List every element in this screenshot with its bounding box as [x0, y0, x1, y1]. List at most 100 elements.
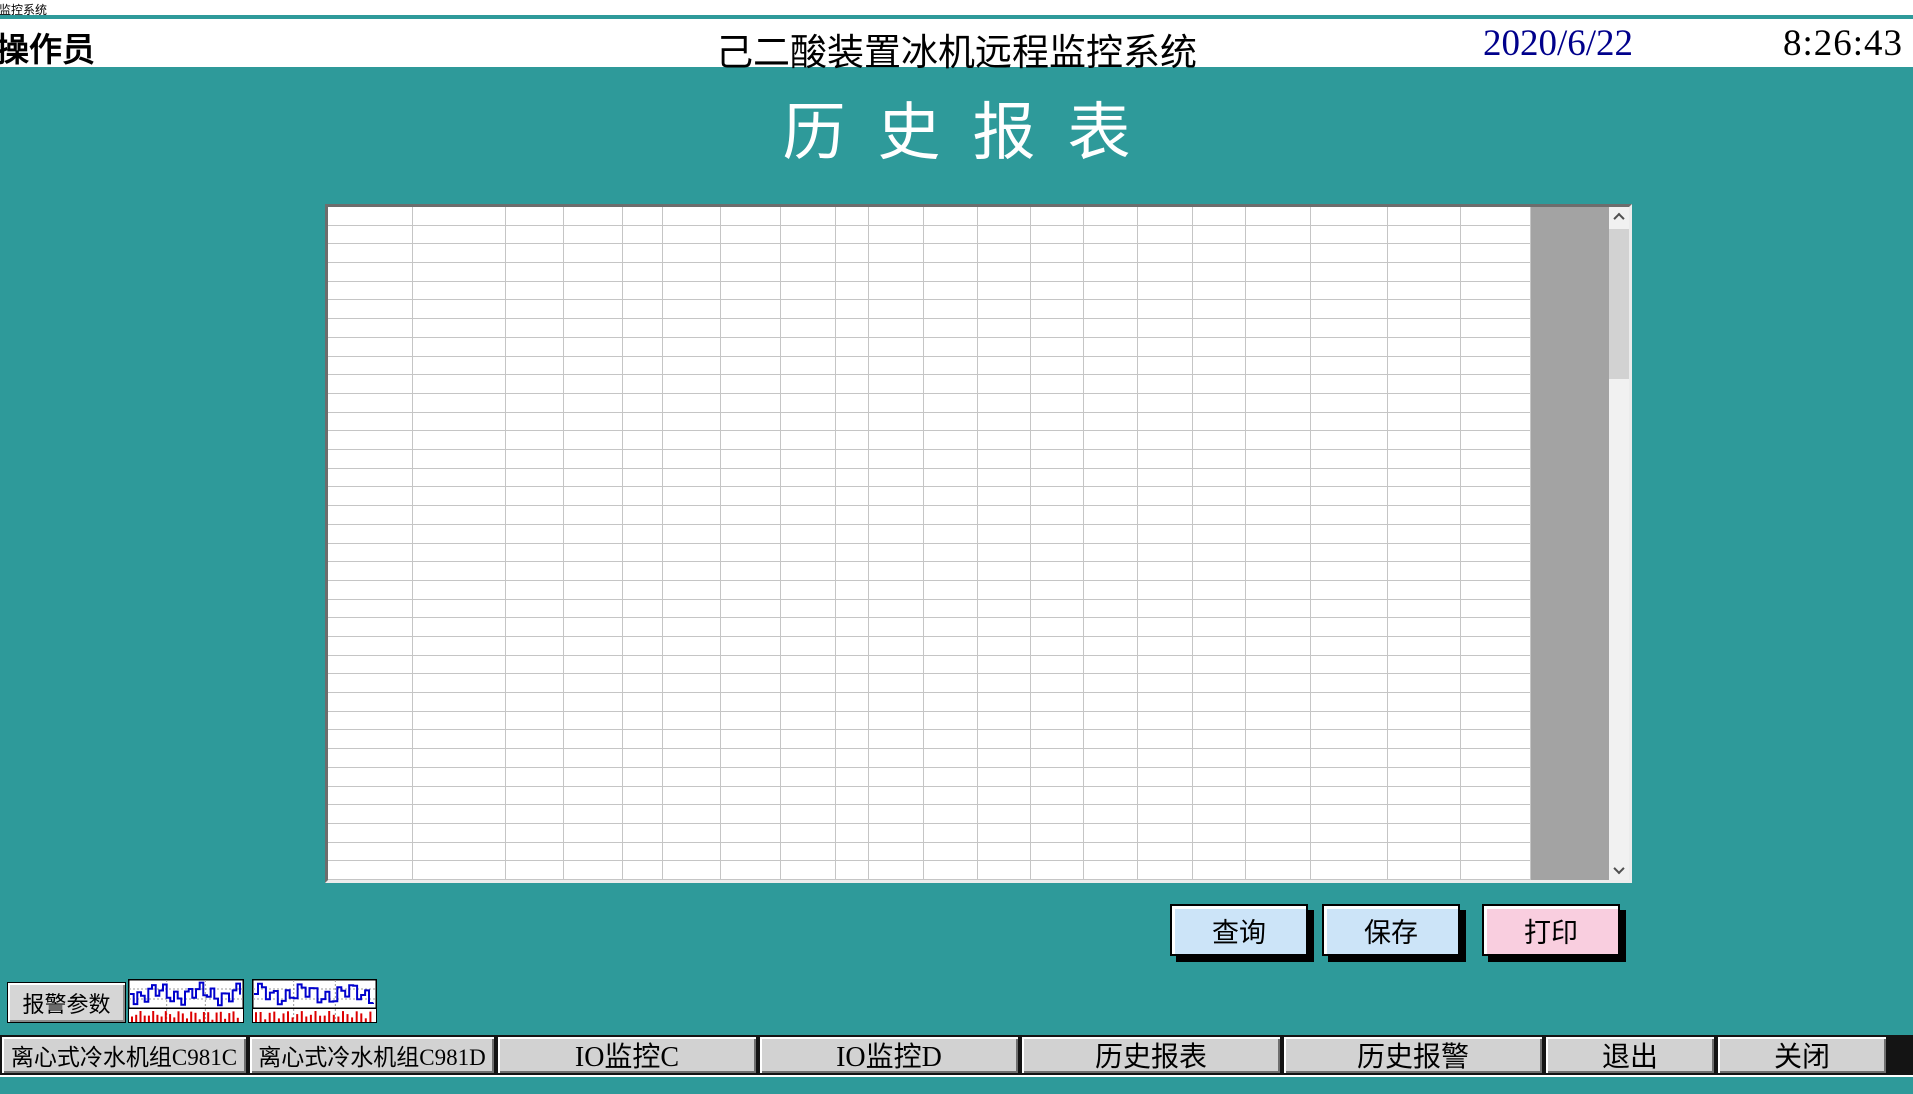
- report-cell: [721, 338, 781, 357]
- report-cell: [978, 394, 1031, 413]
- report-cell: [506, 525, 564, 544]
- nav-history-alarm[interactable]: 历史报警: [1284, 1037, 1542, 1073]
- report-cell: [721, 618, 781, 637]
- report-cell: [623, 263, 663, 282]
- scrollbar-thumb[interactable]: [1609, 229, 1629, 379]
- nav-io-monitor-c[interactable]: IO监控C: [498, 1037, 756, 1073]
- report-cell: [623, 319, 663, 338]
- report-cell: [1084, 357, 1138, 376]
- report-cell: [1031, 300, 1084, 319]
- report-cell: [564, 263, 623, 282]
- report-cell: [623, 730, 663, 749]
- report-cell: [924, 674, 978, 693]
- report-cell: [1246, 319, 1311, 338]
- report-cell: [1138, 431, 1193, 450]
- report-cell: [1311, 581, 1388, 600]
- report-cell: [1138, 674, 1193, 693]
- report-cell: [869, 469, 924, 488]
- report-cell: [1311, 300, 1388, 319]
- trend-thumbnail-c981c[interactable]: [128, 979, 244, 1023]
- report-cell: [1311, 338, 1388, 357]
- scroll-up-button[interactable]: [1609, 207, 1629, 227]
- report-cell: [623, 768, 663, 787]
- report-cell: [1461, 413, 1531, 432]
- report-cell: [1461, 431, 1531, 450]
- report-cell: [413, 263, 506, 282]
- report-cell: [1084, 712, 1138, 731]
- report-cell: [663, 226, 721, 245]
- report-cell: [413, 730, 506, 749]
- report-cell: [564, 525, 623, 544]
- report-cell: [1388, 487, 1461, 506]
- query-button[interactable]: 查询: [1170, 904, 1308, 956]
- report-cell: [623, 469, 663, 488]
- report-cell: [328, 581, 413, 600]
- report-cell: [413, 226, 506, 245]
- report-cell: [781, 600, 836, 619]
- report-cell: [413, 431, 506, 450]
- report-cell: [564, 637, 623, 656]
- nav-chiller-c981d[interactable]: 离心式冷水机组C981D: [250, 1037, 494, 1073]
- report-cell: [506, 656, 564, 675]
- report-cell: [1388, 263, 1461, 282]
- report-cell: [978, 263, 1031, 282]
- vertical-scrollbar[interactable]: [1609, 207, 1629, 880]
- report-cell: [781, 244, 836, 263]
- report-cell: [623, 282, 663, 301]
- report-cell: [869, 861, 924, 880]
- report-cell: [1138, 525, 1193, 544]
- report-cell: [663, 843, 721, 862]
- report-cell: [869, 712, 924, 731]
- report-cell: [1246, 300, 1311, 319]
- report-cell: [328, 375, 413, 394]
- report-cell: [328, 843, 413, 862]
- report-cell: [1193, 768, 1246, 787]
- nav-close[interactable]: 关闭: [1718, 1037, 1886, 1073]
- report-cell: [1311, 506, 1388, 525]
- report-cell: [663, 581, 721, 600]
- report-cell: [1138, 843, 1193, 862]
- report-cell: [1193, 562, 1246, 581]
- scroll-down-button[interactable]: [1609, 860, 1629, 880]
- alarm-params-button[interactable]: 报警参数: [7, 982, 126, 1023]
- report-cell: [869, 282, 924, 301]
- report-cell: [1193, 413, 1246, 432]
- report-cell: [663, 469, 721, 488]
- report-cell: [836, 824, 869, 843]
- report-cell: [836, 787, 869, 806]
- report-cell: [1031, 768, 1084, 787]
- report-cell: [869, 431, 924, 450]
- report-cell: [328, 469, 413, 488]
- report-cell: [506, 394, 564, 413]
- report-cell: [564, 674, 623, 693]
- report-cell: [564, 375, 623, 394]
- report-cell: [869, 487, 924, 506]
- report-cell: [328, 338, 413, 357]
- report-cell: [781, 581, 836, 600]
- report-cell: [1388, 768, 1461, 787]
- trend-thumbnail-c981d[interactable]: [252, 979, 377, 1023]
- report-cell: [1388, 656, 1461, 675]
- report-cell: [413, 300, 506, 319]
- report-cell: [328, 244, 413, 263]
- report-cell: [1193, 450, 1246, 469]
- report-cell: [1193, 375, 1246, 394]
- report-grid-cells: [328, 207, 1531, 880]
- nav-history-report[interactable]: 历史报表: [1022, 1037, 1280, 1073]
- report-cell: [1461, 375, 1531, 394]
- report-cell: [506, 544, 564, 563]
- report-cell: [978, 506, 1031, 525]
- print-button[interactable]: 打印: [1482, 904, 1620, 956]
- report-cell: [781, 749, 836, 768]
- report-cell: [1311, 282, 1388, 301]
- history-report-table[interactable]: [325, 204, 1632, 883]
- report-cell: [564, 487, 623, 506]
- report-cell: [1193, 600, 1246, 619]
- nav-chiller-c981c[interactable]: 离心式冷水机组C981C: [2, 1037, 246, 1073]
- report-cell: [1084, 637, 1138, 656]
- report-cell: [1311, 525, 1388, 544]
- report-cell: [1138, 357, 1193, 376]
- save-button[interactable]: 保存: [1322, 904, 1460, 956]
- nav-exit[interactable]: 退出: [1546, 1037, 1714, 1073]
- nav-io-monitor-d[interactable]: IO监控D: [760, 1037, 1018, 1073]
